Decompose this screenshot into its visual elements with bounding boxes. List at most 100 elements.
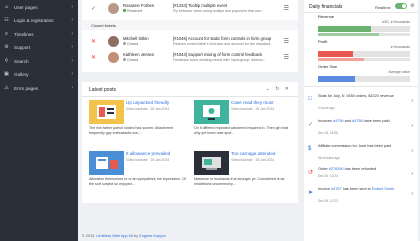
check-icon: ✓ xyxy=(308,122,314,128)
profit-label: Profit xyxy=(318,39,328,44)
ticket-status: Closed xyxy=(123,41,139,46)
ticket-subject[interactable]: [#1234] Tooltip multiple event xyxy=(173,3,227,8)
post-title[interactable]: Up unpacked friendly xyxy=(126,100,190,105)
feed-text: Invoices #4759 and #4758 have been paid xyxy=(318,119,406,124)
footer-app-link[interactable]: Limitless Web App Kit xyxy=(96,234,133,238)
status-label: Closed xyxy=(127,57,139,62)
post-card[interactable]: Too carriage attended Video tutorials · … xyxy=(194,151,295,201)
profit-sub: in thousands xyxy=(390,45,410,49)
daily-financials-panel: Daily financials Realtime ⚙ Revenue USD,… xyxy=(304,0,418,241)
invoice-link[interactable]: #4758 xyxy=(352,119,363,123)
nav-item-search[interactable]: ⚲ Search › xyxy=(0,54,78,68)
profit-bar xyxy=(318,51,410,57)
list-item[interactable]: □ Stats for July, 6: 1938 orders, $4220 … xyxy=(304,90,418,116)
avatar xyxy=(108,52,119,63)
feed-text-pre: Invoice xyxy=(318,187,332,191)
feed-text-pre: Invoices xyxy=(318,119,333,123)
order-size-label: Order Size xyxy=(318,64,338,69)
post-title[interactable]: Case read they must xyxy=(231,100,295,105)
menu-icon[interactable]: ☰ xyxy=(284,38,289,45)
sidebar: ☺ User pages › ☷ Login & registration › ≡ Tim… xyxy=(0,0,78,241)
post-title[interactable]: Too carriage attended xyxy=(231,151,295,156)
login-icon: ☷ xyxy=(4,17,9,23)
profit-bar-secondary xyxy=(318,58,410,61)
chevron-right-icon: › xyxy=(71,17,73,23)
feed-text-mid: has been sent to xyxy=(341,187,372,191)
nav-item-support[interactable]: ⚙ Support › xyxy=(0,40,78,54)
nav-label: User pages xyxy=(14,4,38,10)
nav-item-user-pages[interactable]: ☺ User pages › xyxy=(0,0,78,14)
post-card[interactable]: Up unpacked friendly Video tutorials · 2… xyxy=(89,100,190,150)
nav-item-error-pages[interactable]: ⚠ Error pages › xyxy=(0,81,78,95)
panel-controls[interactable]: ⌄ ↻ ✕ xyxy=(266,86,291,92)
invoice-link[interactable]: #4787 xyxy=(331,187,342,191)
post-title[interactable]: It allowance prevailed xyxy=(126,151,190,156)
table-row[interactable]: ✕ Kathleen Jensen Closed [#1044] Support… xyxy=(82,51,298,64)
chevron-right-icon[interactable]: › xyxy=(411,191,413,197)
feed-text-mid: and xyxy=(343,119,352,123)
chevron-right-icon: › xyxy=(71,85,73,91)
avatar xyxy=(108,3,119,14)
post-thumbnail xyxy=(89,151,124,175)
feed-text-mid: has been refunded xyxy=(343,167,377,171)
ticket-user: Roxanne Forbes xyxy=(123,3,154,8)
nav-item-gallery[interactable]: ▣ Gallery › xyxy=(0,67,78,81)
post-thumbnail xyxy=(194,100,229,124)
chevron-right-icon[interactable]: › xyxy=(411,123,413,129)
footer-author-link[interactable]: Eugene Kopyov xyxy=(139,234,166,238)
feed-text: Order #276390 has been refunded xyxy=(318,167,406,172)
feed-text: Affiliate commission for June has been p… xyxy=(318,144,392,148)
nav-label: Error pages xyxy=(14,85,39,91)
user-link[interactable]: Robert Smith xyxy=(372,187,394,191)
chevron-right-icon[interactable]: › xyxy=(411,98,413,104)
feed-text-pre: Order xyxy=(318,167,329,171)
timeline-icon: ≡ xyxy=(5,31,8,37)
order-size-fill xyxy=(318,76,355,82)
footer-prefix: © 2015. xyxy=(82,234,97,238)
status-dot xyxy=(123,41,126,45)
menu-icon[interactable]: ☰ xyxy=(284,5,289,12)
feed-time: 36 minutes ago xyxy=(318,156,340,160)
list-item[interactable]: ✓ Invoices #4759 and #4758 have been pai… xyxy=(304,115,418,141)
status-dot xyxy=(123,8,126,12)
post-card[interactable]: It allowance prevailed Video tutorials ·… xyxy=(89,151,190,201)
ticket-desc: Resizes control label's font-size and ac… xyxy=(173,41,274,46)
money-icon: $ xyxy=(308,146,312,152)
chevron-right-icon[interactable]: › xyxy=(411,171,413,177)
latest-posts-panel: Latest posts ⌄ ↻ ✕ Up unpacked friendly … xyxy=(82,82,298,203)
chevron-right-icon: › xyxy=(71,31,73,37)
ticket-user: Mitchell Sitkin xyxy=(123,36,149,41)
avatar xyxy=(108,36,119,47)
realtime-toggle[interactable] xyxy=(395,3,407,9)
post-excerpt: On it differed repeated wandered require… xyxy=(194,126,289,136)
status-label: Closed xyxy=(127,41,139,46)
order-link[interactable]: #276390 xyxy=(329,167,344,171)
post-thumbnail xyxy=(194,151,229,175)
ticket-user: Kathleen Jensen xyxy=(123,52,155,57)
gear-icon[interactable]: ⚙ xyxy=(410,3,414,9)
table-row[interactable]: ✕ Mitchell Sitkin Closed [#1046] Account… xyxy=(82,35,298,48)
nav-item-login[interactable]: ☷ Login & registration › xyxy=(0,13,78,27)
post-excerpt: Marianne or husbands if at stronger ye. … xyxy=(194,177,285,187)
revenue-fill-secondary xyxy=(318,33,379,36)
post-meta: Video tutorials · 25 Jan 2024 xyxy=(126,107,170,111)
table-row[interactable]: ✓ Roxanne Forbes Resolved [#1234] Toolti… xyxy=(82,2,298,15)
nav-label: Support xyxy=(14,44,31,50)
feed-text: Invoice #4787 has been sent to Robert Sm… xyxy=(318,187,406,192)
chevron-right-icon[interactable]: › xyxy=(411,148,413,154)
menu-icon[interactable]: ☰ xyxy=(284,54,289,61)
list-item[interactable]: ➤ Invoice #4787 has been sent to Robert … xyxy=(304,183,418,209)
close-icon: ✕ xyxy=(91,39,97,45)
revenue-bar xyxy=(318,26,410,32)
chevron-right-icon: › xyxy=(71,58,73,64)
chevron-right-icon: › xyxy=(71,44,73,50)
ticket-desc: Fly behavior when using tooltips and pop… xyxy=(173,8,265,13)
nav-item-timelines[interactable]: ≡ Timelines › xyxy=(0,27,78,41)
ticket-subject[interactable]: [#1044] Support mixing of form control f… xyxy=(173,52,262,57)
invoice-link[interactable]: #4759 xyxy=(333,119,344,123)
search-icon: ⚲ xyxy=(4,58,9,64)
post-excerpt: The him father parish looked has sooner.… xyxy=(89,126,174,136)
ticket-subject[interactable]: [#1046] Account for static form controls… xyxy=(173,36,271,41)
post-card[interactable]: Case read they must Video tutorials · 25… xyxy=(194,100,295,150)
panel-title: Daily financials xyxy=(309,4,343,10)
